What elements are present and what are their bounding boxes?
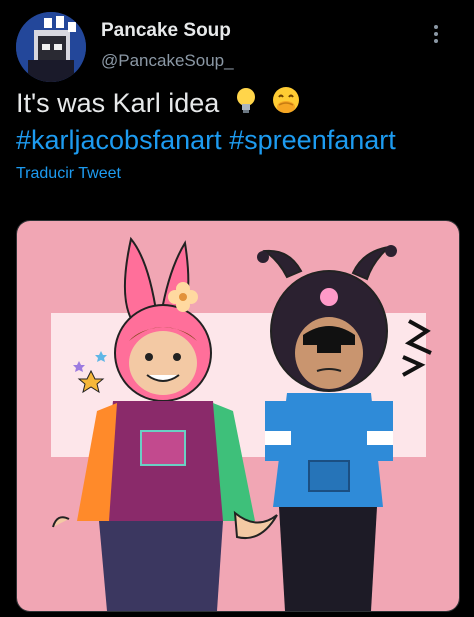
more-options-icon[interactable] [430, 22, 442, 46]
tweet-media-image[interactable] [16, 220, 460, 612]
tweet-text: It's was Karl idea [16, 85, 300, 123]
tweet-hashtags: #karljacobsfanart #spreenfanart [16, 122, 396, 158]
author-handle[interactable]: @PancakeSoup_ [101, 51, 234, 71]
face-with-hand-over-mouth-icon [272, 86, 300, 123]
author-avatar[interactable] [16, 12, 86, 82]
hashtag-link[interactable]: #spreenfanart [229, 125, 396, 155]
tweet-text-body: It's was Karl idea [16, 88, 220, 118]
lightbulb-icon [233, 86, 259, 123]
author-display-name[interactable]: Pancake Soup [101, 20, 231, 42]
translate-tweet-link[interactable]: Traducir Tweet [16, 165, 121, 183]
fanart-illustration [17, 221, 459, 611]
minecraft-avatar-icon [16, 12, 86, 82]
hashtag-link[interactable]: #karljacobsfanart [16, 125, 222, 155]
